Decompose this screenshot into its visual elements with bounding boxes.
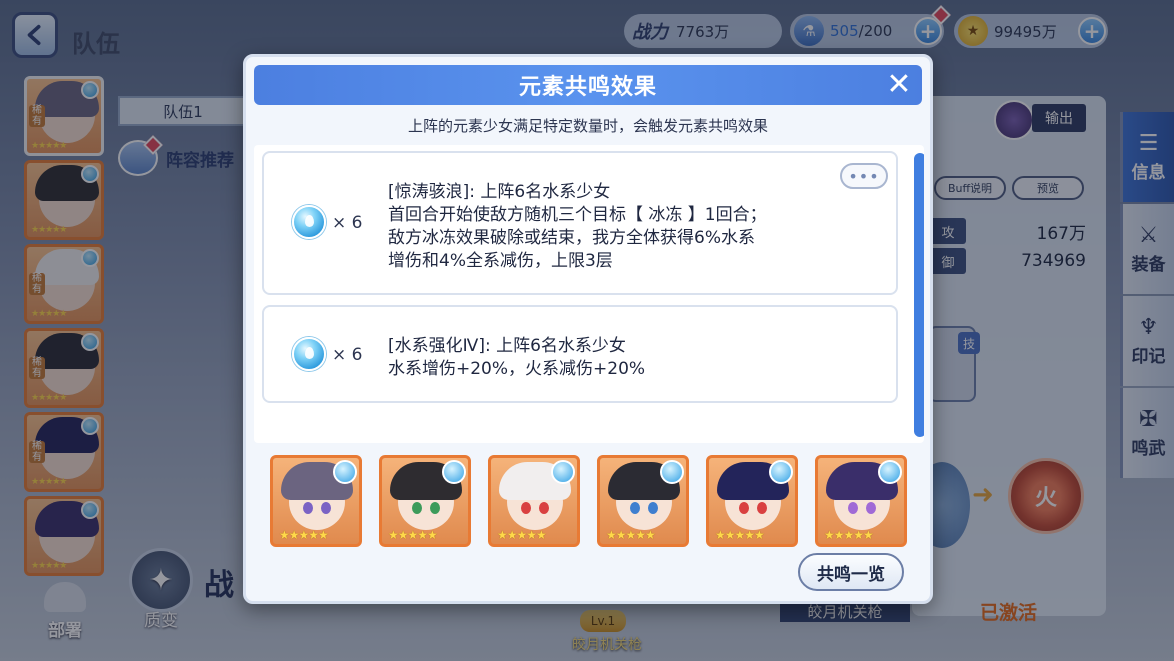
character-portraits: ★★★★★ ★★★★★ ★★★★★ ★★★★★ ★★★★★ ★★★★★ xyxy=(270,455,907,549)
scrollbar[interactable] xyxy=(914,153,924,437)
star-rating: ★★★★★ xyxy=(715,528,765,542)
water-drop-icon xyxy=(292,337,326,371)
scrollbar-thumb[interactable] xyxy=(914,153,924,437)
star-rating: ★★★★★ xyxy=(606,528,656,542)
effect-card: × 6 [水系强化Ⅳ]: 上阵6名水系少女 水系增伤+20%，火系减伤+20% xyxy=(262,305,898,403)
effect-description: 水系增伤+20%，火系减伤+20% xyxy=(388,358,818,381)
dialog-title: 元素共鸣效果 xyxy=(518,75,657,100)
effect-desc-line: 增伤和4%全系减伤，上限3层 xyxy=(388,251,613,271)
dialog-subtitle: 上阵的元素少女满足特定数量时，会触发元素共鸣效果 xyxy=(407,117,768,135)
effect-title: [惊涛骇浪]: 上阵6名水系少女 xyxy=(388,182,611,202)
resonance-effect-dialog: 元素共鸣效果 ✕ 上阵的元素少女满足特定数量时，会触发元素共鸣效果 × 6 [惊… xyxy=(243,54,933,604)
effect-description: 首回合开始使敌方随机三个目标【 冰冻 】1回合； 敌方冰冻效果破除或结束，我方全… xyxy=(388,204,818,273)
water-element-icon xyxy=(442,460,466,484)
water-element-icon xyxy=(660,460,684,484)
character-portrait[interactable]: ★★★★★ xyxy=(270,455,362,547)
star-rating: ★★★★★ xyxy=(824,528,874,542)
more-options-button[interactable]: ••• xyxy=(840,163,888,189)
effect-desc-line: 敌方冰冻效果破除或结束，我方全体获得6%水系 xyxy=(388,228,755,248)
star-rating: ★★★★★ xyxy=(388,528,438,542)
effect-desc-line: 水系增伤+20%，火系减伤+20% xyxy=(388,359,646,379)
water-element-icon xyxy=(769,460,793,484)
star-rating: ★★★★★ xyxy=(497,528,547,542)
effect-card: × 6 [惊涛骇浪]: 上阵6名水系少女 首回合开始使敌方随机三个目标【 冰冻 … xyxy=(262,151,898,295)
effect-desc-line: 首回合开始使敌方随机三个目标【 冰冻 】1回合； xyxy=(388,205,767,225)
element-count: × 6 xyxy=(332,213,363,233)
character-portrait[interactable]: ★★★★★ xyxy=(488,455,580,547)
effect-list[interactable]: × 6 [惊涛骇浪]: 上阵6名水系少女 首回合开始使敌方随机三个目标【 冰冻 … xyxy=(254,145,924,443)
element-count: × 6 xyxy=(332,345,363,365)
effect-title: [水系强化Ⅳ]: 上阵6名水系少女 xyxy=(388,336,626,356)
water-element-icon xyxy=(333,460,357,484)
dialog-header: 元素共鸣效果 ✕ xyxy=(254,65,922,105)
star-rating: ★★★★★ xyxy=(279,528,329,542)
water-element-icon xyxy=(878,460,902,484)
character-portrait[interactable]: ★★★★★ xyxy=(706,455,798,547)
water-drop-icon xyxy=(292,205,326,239)
close-button[interactable]: ✕ xyxy=(884,70,914,100)
character-portrait[interactable]: ★★★★★ xyxy=(597,455,689,547)
character-portrait[interactable]: ★★★★★ xyxy=(379,455,471,547)
resonance-list-button[interactable]: 共鸣一览 xyxy=(798,553,904,591)
character-portrait[interactable]: ★★★★★ xyxy=(815,455,907,547)
water-element-icon xyxy=(551,460,575,484)
